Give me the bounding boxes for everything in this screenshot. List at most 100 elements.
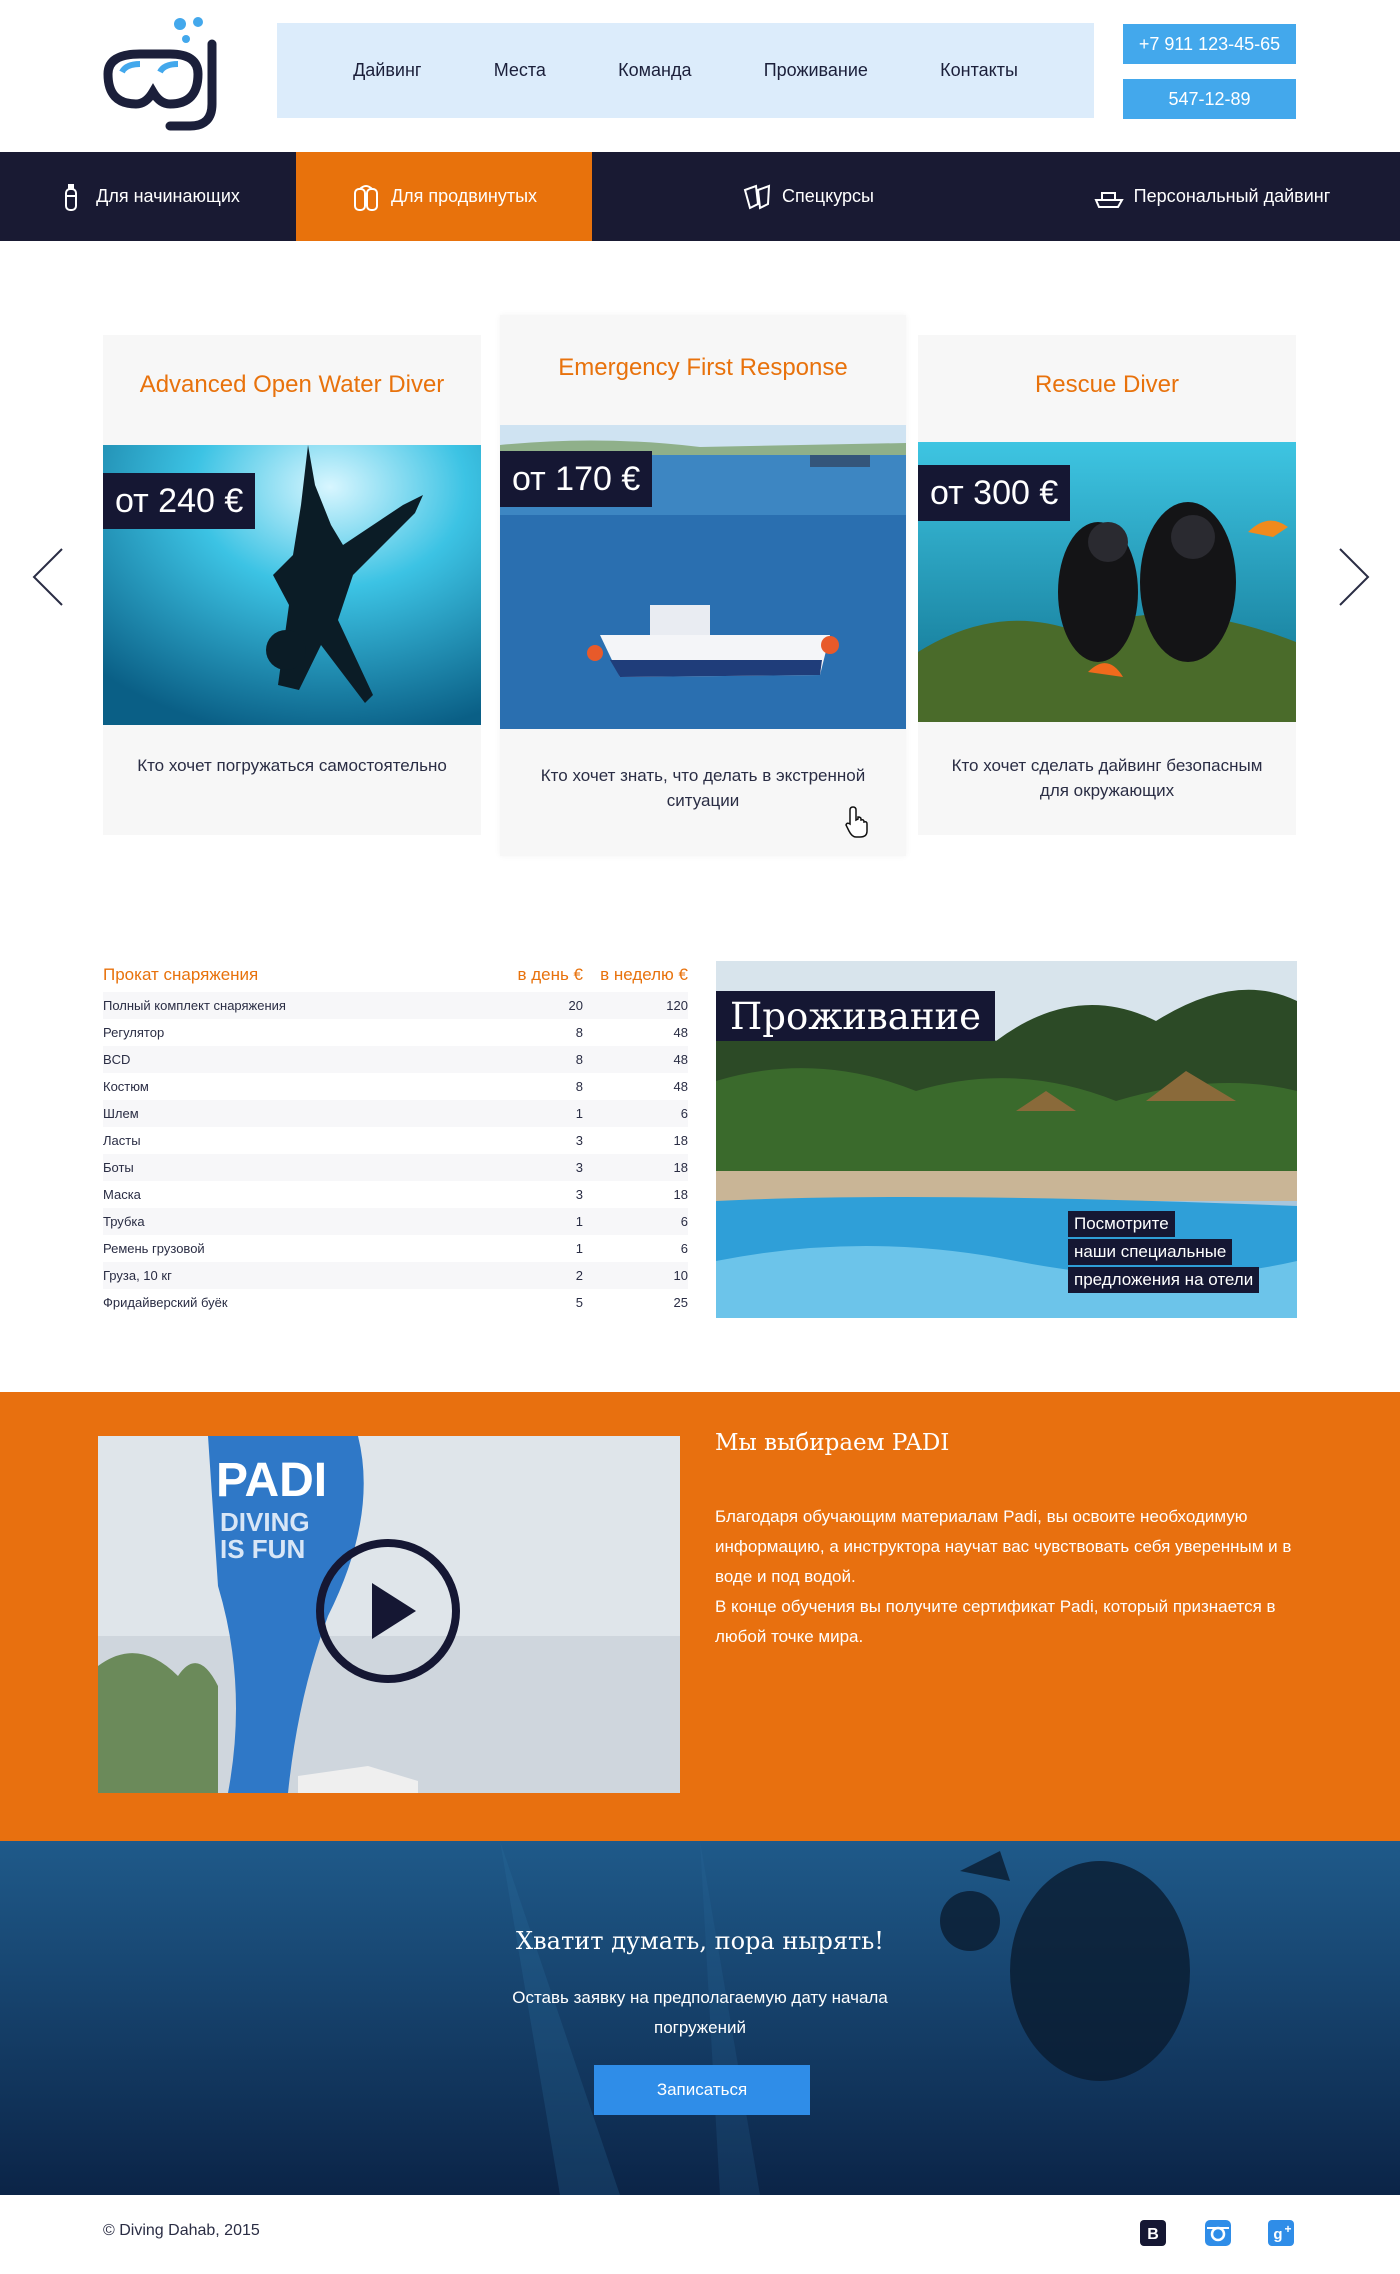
video-player[interactable]: PADI DIVING IS FUN	[98, 1436, 680, 1793]
table-row: Боты 3 18	[103, 1154, 688, 1181]
rental-item-name: Регулятор	[103, 1025, 165, 1040]
category-advanced[interactable]: Для продвинутых	[296, 152, 592, 241]
rental-price-day: 1	[575, 1214, 583, 1229]
table-row: Груза, 10 кг 2 10	[103, 1262, 688, 1289]
main-nav: Дайвинг Места Команда Проживание Контакт…	[277, 23, 1094, 118]
google-plus-icon[interactable]: g +	[1266, 2218, 1296, 2248]
course-title: Rescue Diver	[1034, 371, 1180, 398]
rental-header-day: в день €	[517, 965, 583, 984]
course-description: Кто хочет сделать дайвинг безопасным для…	[951, 756, 1263, 800]
rental-price-week: 48	[673, 1052, 688, 1067]
rental-price-week: 48	[673, 1025, 688, 1040]
rental-item-name: Костюм	[103, 1079, 149, 1094]
padi-text: Благодаря обучающим материалам Padi, вы …	[715, 1502, 1315, 1652]
padi-title: Мы выбираем PADI	[715, 1430, 950, 1456]
offer-line: наши специальные	[1068, 1239, 1233, 1265]
category-bar: Для начинающих Для продвинутых Спецкурсы…	[0, 152, 1400, 241]
rental-price-week: 18	[673, 1187, 688, 1202]
rental-price-day: 8	[575, 1025, 583, 1040]
padi-section: PADI DIVING IS FUN Мы выбираем PADI Благ…	[0, 1392, 1400, 1841]
category-beginners[interactable]: Для начинающих	[0, 152, 296, 241]
rental-item-name: Маска	[103, 1187, 141, 1202]
rental-price-week: 6	[680, 1214, 688, 1229]
rental-item-name: Груза, 10 кг	[103, 1268, 172, 1283]
table-row: Трубка 1 6	[103, 1208, 688, 1235]
rental-header-item: Прокат снаряжения	[103, 965, 259, 984]
rental-price-day: 3	[575, 1133, 583, 1148]
price-badge: от 170 €	[500, 451, 653, 507]
offer-line: предложения на отели	[1068, 1267, 1260, 1293]
accommodation-title: Проживание	[716, 991, 996, 1041]
cta-title: Хватит думать, пора нырять!	[516, 1927, 884, 1955]
signup-button[interactable]: Записаться	[594, 2065, 810, 2115]
category-label: Для начинающих	[96, 186, 240, 206]
course-card[interactable]: Emergency First Response от 170 € Кто хо…	[500, 315, 906, 856]
rental-price-day: 3	[575, 1187, 583, 1202]
offer-line: Посмотрите	[1068, 1211, 1175, 1237]
rental-item-name: Ласты	[103, 1133, 141, 1148]
rental-price-day: 1	[575, 1106, 583, 1121]
rental-item-name: Полный комплект снаряжения	[103, 998, 286, 1013]
instagram-icon[interactable]	[1203, 2218, 1233, 2248]
rental-item-name: Трубка	[103, 1214, 145, 1229]
rental-price-day: 8	[575, 1079, 583, 1094]
slider-next-arrow-icon[interactable]	[1334, 545, 1374, 609]
rental-price-week: 25	[673, 1295, 688, 1310]
phone-button-2[interactable]: 547-12-89	[1123, 79, 1296, 119]
svg-text:DIVING: DIVING	[220, 1507, 310, 1537]
slider-prev-arrow-icon[interactable]	[28, 545, 68, 609]
rental-price-day: 1	[575, 1241, 583, 1256]
svg-text:IS FUN: IS FUN	[220, 1534, 305, 1564]
price-badge: от 300 €	[918, 465, 1071, 521]
vk-icon[interactable]: B	[1138, 2218, 1168, 2248]
svg-text:g: g	[1273, 2226, 1282, 2243]
course-card[interactable]: Rescue Diver от 300 € Кто хочет сделать …	[918, 335, 1296, 835]
price-badge: от 240 €	[103, 473, 256, 529]
nav-accommodation[interactable]: Проживание	[764, 60, 868, 81]
course-title: Emergency First Response	[558, 354, 848, 381]
svg-text:B: B	[1147, 2226, 1159, 2243]
phone-button-1[interactable]: +7 911 123-45-65	[1123, 24, 1296, 64]
rental-rows: Полный комплект снаряжения 20 120 Регулятор…	[103, 992, 688, 1316]
course-description: Кто хочет погружаться самостоятельно	[137, 756, 447, 775]
rental-item-name: Боты	[103, 1160, 134, 1175]
nav-places[interactable]: Места	[494, 60, 546, 81]
table-row: Фридайверский буёк 5 25	[103, 1289, 688, 1316]
padi-paragraph: В конце обучения вы получите сертификат …	[715, 1597, 1276, 1646]
rental-item-name: Ремень грузовой	[103, 1241, 205, 1256]
cta-section: Хватит думать, пора нырять! Оставь заявк…	[0, 1841, 1400, 2195]
rental-price-day: 5	[575, 1295, 583, 1310]
category-special[interactable]: Спецкурсы	[592, 152, 1024, 241]
table-row: BCD 8 48	[103, 1046, 688, 1073]
rental-price-week: 18	[673, 1133, 688, 1148]
rental-price-day: 2	[575, 1268, 583, 1283]
table-row: Регулятор 8 48	[103, 1019, 688, 1046]
logo[interactable]	[100, 14, 232, 132]
rental-price-week: 120	[666, 998, 688, 1013]
rental-table: Прокат снаряжения в день € в неделю € По…	[103, 958, 688, 1316]
svg-text:+: +	[1284, 2222, 1291, 2236]
rental-price-day: 8	[575, 1052, 583, 1067]
course-card[interactable]: Advanced Open Water Diver от 240 € Кто х…	[103, 335, 481, 835]
hand-cursor-icon	[845, 806, 868, 838]
nav-team[interactable]: Команда	[618, 60, 691, 81]
nav-contacts[interactable]: Контакты	[940, 60, 1018, 81]
rental-header-row: Прокат снаряжения в день € в неделю €	[103, 958, 688, 992]
play-icon[interactable]	[314, 1537, 462, 1685]
table-row: Маска 3 18	[103, 1181, 688, 1208]
accommodation-offer[interactable]: Посмотрите наши специальные предложения …	[1068, 1211, 1260, 1293]
accommodation-banner[interactable]: Проживание Посмотрите наши специальные п…	[716, 961, 1297, 1318]
rental-price-week: 10	[673, 1268, 688, 1283]
nav-diving[interactable]: Дайвинг	[353, 60, 421, 81]
table-row: Полный комплект снаряжения 20 120	[103, 992, 688, 1019]
padi-paragraph: Благодаря обучающим материалам Padi, вы …	[715, 1507, 1292, 1586]
category-personal[interactable]: Персональный дайвинг	[1024, 152, 1400, 241]
rental-price-day: 3	[575, 1160, 583, 1175]
rental-header-week: в неделю €	[600, 965, 688, 984]
rental-price-week: 18	[673, 1160, 688, 1175]
category-label: Спецкурсы	[782, 186, 874, 206]
category-label: Для продвинутых	[390, 186, 538, 206]
double-tank-icon	[353, 184, 378, 211]
table-row: Ласты 3 18	[103, 1127, 688, 1154]
footer: © Diving Dahab, 2015 B g +	[0, 2195, 1400, 2274]
